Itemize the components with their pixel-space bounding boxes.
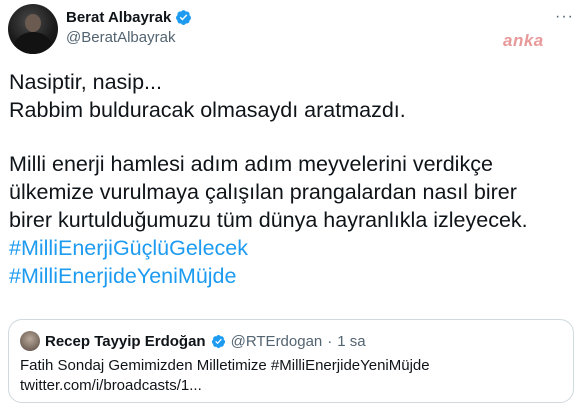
author-avatar[interactable] xyxy=(8,4,58,54)
quoted-tweet-text: Fatih Sondaj Gemimizden Milletimize #Mil… xyxy=(20,356,430,396)
author-name-row: Berat Albayrak xyxy=(66,9,192,26)
avatar-head xyxy=(25,14,41,32)
quoted-tweet-line: Fatih Sondaj Gemimizden Milletimize #Mil… xyxy=(20,357,430,374)
meta-separator: · xyxy=(327,332,333,350)
author-name[interactable]: Berat Albayrak xyxy=(66,9,171,26)
quoted-tweet-link: twitter.com/i/broadcasts/1... xyxy=(20,377,202,394)
hashtag-link[interactable]: #MilliEnerjideYeniMüjde xyxy=(9,262,579,290)
tweet-line: ülkemize vurulmaya çalışılan prangalarda… xyxy=(9,180,517,204)
tweet-text: Nasiptir, nasip... Rabbim bulduracak olm… xyxy=(9,68,579,290)
quoted-tweet[interactable]: Recep Tayyip Erdoğan @RTErdogan · 1 sa F… xyxy=(8,319,574,403)
tweet-line: birer kurtulduğumuzu tüm dünya hayranlık… xyxy=(9,208,528,232)
verified-badge-icon xyxy=(176,10,192,25)
hashtag-link[interactable]: #MilliEnerjiGüçlüGelecek xyxy=(9,234,579,262)
author-handle[interactable]: @BeratAlbayrak xyxy=(66,29,192,46)
avatar-body xyxy=(14,32,52,54)
tweet-line: Rabbim bulduracak olmasaydı aratmazdı. xyxy=(9,98,406,122)
tweet-line: Milli enerji hamlesi adım adım meyveleri… xyxy=(9,152,493,176)
quoted-tweet-header: Recep Tayyip Erdoğan @RTErdogan · 1 sa xyxy=(20,331,366,351)
tweet-line: Nasiptir, nasip... xyxy=(9,70,162,94)
verified-badge-icon xyxy=(211,334,225,348)
watermark-logo: anka xyxy=(503,31,544,50)
quoted-author-handle: @RTErdogan xyxy=(230,332,323,350)
more-horizontal-icon[interactable]: ··· xyxy=(555,8,574,26)
quoted-author-name: Recep Tayyip Erdoğan xyxy=(45,332,206,350)
quoted-tweet-time: 1 sa xyxy=(337,332,366,350)
quoted-author-avatar xyxy=(20,331,40,351)
tweet-card: Berat Albayrak @BeratAlbayrak ··· anka N… xyxy=(0,0,587,414)
author-block: Berat Albayrak @BeratAlbayrak xyxy=(66,9,192,46)
